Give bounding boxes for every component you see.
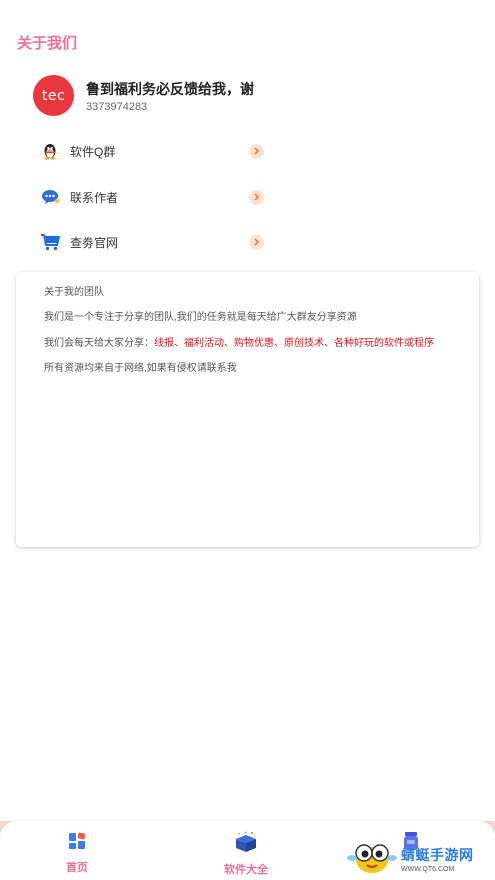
about-line-2-highlight: 线报、福利活动、购物优惠、原创技术、各种好玩的软件或程序 (154, 338, 434, 349)
about-line-3: 所有资源均来自于网络,如果有侵权请联系我 (44, 363, 237, 374)
tab-software-all[interactable]: 软件大全 (224, 831, 268, 877)
about-line-2: 我们会每天给大家分享：线报、福利活动、购物优惠、原创技术、各种好玩的软件或程序 (44, 334, 434, 349)
watermark: 蜻蜓手游网 WWW.QT6.COM (347, 836, 474, 880)
menu-item-qq-group[interactable]: 软件Q群 (40, 139, 264, 163)
chevron-right-icon (249, 189, 264, 205)
profile-card: tec 鲁到福利务必反馈给我，谢 3373974283 (33, 75, 254, 116)
tab-label: 首页 (66, 862, 88, 874)
about-line-2-prefix: 我们会每天给大家分享： (44, 338, 154, 349)
about-line-1: 我们是一个专注于分享的团队,我们的任务就是每天给广大群友分享资源 (44, 312, 357, 323)
tab-home[interactable]: 首页 (66, 831, 88, 875)
page-title: 关于我们 (17, 35, 78, 52)
about-team-card: 关于我的团队 我们是一个专注于分享的团队,我们的任务就是每天给广大群友分享资源 … (16, 272, 479, 547)
shopping-cart-icon (40, 232, 60, 252)
menu-label: 联系作者 (70, 190, 119, 205)
about-heading: 关于我的团队 (44, 287, 104, 298)
watermark-url: WWW.QT6.COM (401, 865, 455, 873)
menu-label: 查劵官网 (70, 235, 119, 250)
chevron-right-icon (249, 143, 264, 159)
mascot-logo-icon (347, 836, 397, 880)
chevron-right-icon (249, 234, 264, 250)
home-grid-icon (67, 831, 87, 856)
watermark-title: 蜻蜓手游网 (401, 846, 474, 863)
avatar: tec (33, 75, 74, 116)
menu-item-contact-author[interactable]: 联系作者 (40, 185, 264, 209)
menu-item-coupon-site[interactable]: 查劵官网 (40, 230, 264, 254)
profile-name: 鲁到福利务必反馈给我，谢 (86, 80, 254, 97)
chat-bubble-icon (40, 187, 60, 207)
menu-label: 软件Q群 (70, 144, 116, 159)
profile-id: 3373974283 (86, 100, 148, 113)
gift-box-icon (233, 831, 259, 858)
tab-label: 软件大全 (224, 864, 268, 876)
qq-penguin-icon (40, 141, 60, 161)
